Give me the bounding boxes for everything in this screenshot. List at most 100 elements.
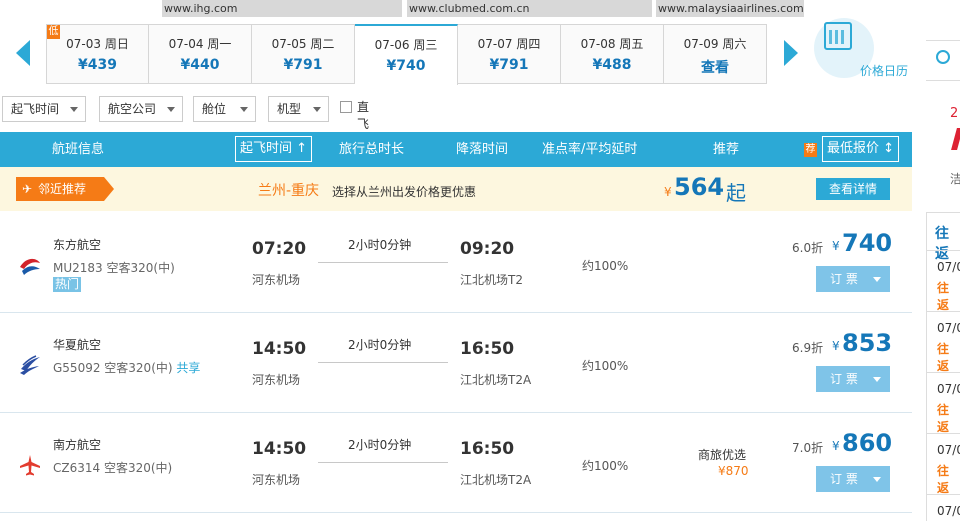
right-side-panel: 2 洁 往返 07/0 往返 07/0 往返 07/0 往返 07/0 往返 0…: [926, 40, 960, 521]
price-calendar-label: 价格日历: [860, 64, 909, 78]
chevron-down-icon: [240, 107, 248, 112]
prev-dates-button[interactable]: [8, 24, 46, 84]
book-button-label: 订 票: [830, 472, 858, 486]
flight-row: 南方航空 CZ6314 空客320(中) 14:50 河东机场 2小时0分钟 1…: [0, 413, 912, 513]
header-recommend[interactable]: 推荐: [713, 132, 739, 167]
china-express-logo-icon: [20, 355, 40, 375]
china-eastern-logo-icon: [20, 258, 40, 275]
sort-dep-time-button[interactable]: 起飞时间 ↑: [235, 136, 313, 162]
arrival-airport: 江北机场T2: [460, 273, 523, 287]
direct-checkbox[interactable]: [340, 101, 352, 113]
globe-icon[interactable]: [936, 50, 950, 64]
lowest-price-badge: 低: [47, 25, 60, 39]
aircraft-filter[interactable]: 机型: [268, 96, 329, 122]
book-button[interactable]: 订 票: [816, 266, 890, 292]
book-button-label: 订 票: [830, 372, 858, 386]
sort-lowest-price-button[interactable]: 最低报价 ↕: [822, 136, 900, 162]
round-trip-link[interactable]: 往返: [937, 401, 960, 435]
date-tab-price: ¥440: [180, 57, 220, 73]
date-tab-date: 07-09 周六: [683, 37, 747, 51]
direct-checkbox-label[interactable]: 直飞: [357, 98, 369, 132]
nearby-recommend-label: 邻近推荐: [38, 182, 87, 196]
arrival-time: 16:50: [460, 339, 515, 359]
recommend-desc: 选择从兰州出发价格更优惠: [332, 185, 477, 199]
plane-icon: ✈: [22, 182, 33, 196]
chevron-down-icon: [313, 107, 321, 112]
ontime-rate: 约100%: [582, 359, 629, 373]
recommend-currency: ¥: [664, 185, 672, 199]
flight-search-page: www.ihg.com www.clubmed.com.cn www.malay…: [0, 0, 960, 521]
date-tab-date: 07-06 周三: [374, 38, 438, 52]
round-trip-link[interactable]: 往返: [937, 279, 960, 313]
flight-number-text[interactable]: CZ6314 空客320(中): [53, 461, 172, 475]
next-dates-button[interactable]: [772, 24, 810, 84]
round-trip-date[interactable]: 07/0: [937, 260, 960, 274]
date-tab-0708[interactable]: 07-08 周五 ¥488: [561, 24, 664, 84]
flight-price: 860: [842, 429, 893, 457]
date-tab-0709[interactable]: 07-09 周六 查看: [664, 24, 767, 84]
chevron-down-icon: [873, 477, 881, 482]
promo-label[interactable]: 商旅优选: [698, 446, 746, 463]
side-divider: [926, 40, 960, 41]
price-currency: ¥: [832, 239, 840, 253]
codeshare-label[interactable]: 共享: [176, 361, 200, 375]
flight-row: 东方航空 MU2183 空客320(中) 热门 07:20 河东机场 2小时0分…: [0, 213, 912, 313]
book-button[interactable]: 订 票: [816, 466, 890, 492]
panel-divider: [927, 372, 960, 373]
nearby-recommend-tag: ✈ 邻近推荐: [16, 177, 114, 201]
chevron-down-icon: [167, 107, 175, 112]
ad-url-ihg[interactable]: www.ihg.com: [162, 0, 402, 17]
arrival-airport: 江北机场T2A: [460, 373, 532, 387]
header-duration[interactable]: 旅行总时长: [339, 132, 404, 167]
round-trip-date[interactable]: 07/0: [937, 443, 960, 457]
price-calendar-button[interactable]: 价格日历: [810, 18, 910, 84]
dep-time-filter[interactable]: 起飞时间: [2, 96, 86, 122]
date-tab-0706[interactable]: 07-06 周三 ¥740: [355, 24, 458, 85]
flight-number-text[interactable]: G55092 空客320(中): [53, 361, 173, 375]
date-tab-0704[interactable]: 07-04 周一 ¥440: [149, 24, 252, 84]
nearby-recommendation-row: ✈ 邻近推荐 兰州-重庆 选择从兰州出发价格更优惠 ¥ 564 起 查看详情: [0, 167, 912, 211]
chevron-down-icon: [873, 277, 881, 282]
discount: 7.0折: [792, 441, 824, 455]
departure-airport: 河东机场: [252, 373, 301, 387]
aircraft-filter-label: 机型: [277, 102, 302, 116]
airline-filter[interactable]: 航空公司: [99, 96, 183, 122]
flight-number: MU2183 空客320(中): [53, 259, 175, 276]
ad-url-clubmed[interactable]: www.clubmed.com.cn: [407, 0, 652, 17]
round-trip-date[interactable]: 07/0: [937, 382, 960, 396]
view-details-button[interactable]: 查看详情: [816, 178, 890, 200]
ad-url-malaysiaairlines[interactable]: www.malaysiaairlines.com: [656, 0, 804, 17]
date-tab-0703[interactable]: 低 07-03 周日 ¥439: [46, 24, 149, 84]
cabin-filter-label: 舱位: [202, 102, 227, 116]
round-trip-date[interactable]: 07/0: [937, 321, 960, 335]
header-arr-time[interactable]: 降落时间: [456, 132, 508, 167]
sort-updown-icon: ↕: [883, 141, 895, 156]
book-button[interactable]: 订 票: [816, 366, 890, 392]
flight-number-text[interactable]: MU2183 空客320(中): [53, 261, 175, 275]
side-divider: [926, 80, 960, 81]
side-promo-mark: [951, 128, 960, 150]
header-ontime[interactable]: 准点率/平均延时: [542, 132, 637, 167]
chevron-down-icon: [70, 107, 78, 112]
arrival-airport: 江北机场T2A: [460, 473, 532, 487]
cabin-filter[interactable]: 舱位: [193, 96, 256, 122]
price-currency: ¥: [832, 439, 840, 453]
arrow-left-icon: [16, 40, 30, 66]
sort-dep-time-label: 起飞时间: [240, 141, 293, 156]
round-trip-link[interactable]: 往返: [937, 462, 960, 496]
round-trip-link[interactable]: 往返: [937, 340, 960, 374]
hot-badge: 热门: [53, 277, 82, 292]
date-tab-0707[interactable]: 07-07 周四 ¥791: [458, 24, 561, 84]
sort-lowest-price-label: 最低报价: [827, 141, 880, 156]
calendar-icon: [824, 22, 852, 50]
dep-time-filter-label: 起飞时间: [11, 102, 60, 116]
arrow-right-icon: [784, 40, 798, 66]
date-tab-0705[interactable]: 07-05 周二 ¥791: [252, 24, 355, 84]
promo-price: ¥870: [718, 464, 749, 478]
recommend-route[interactable]: 兰州-重庆: [258, 180, 319, 200]
header-flight-info: 航班信息: [52, 142, 105, 157]
chevron-down-icon: [873, 377, 881, 382]
date-tab-date: 07-05 周二: [271, 37, 335, 51]
round-trip-date[interactable]: 07/0: [937, 504, 960, 518]
airline-name: 南方航空: [53, 438, 102, 452]
